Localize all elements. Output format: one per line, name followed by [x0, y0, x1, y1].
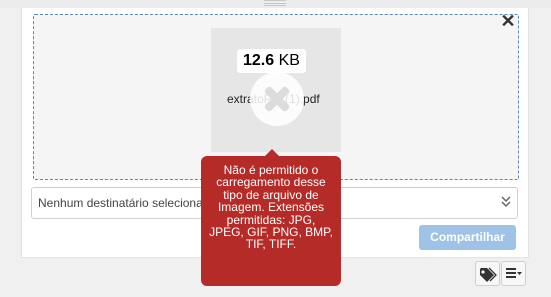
file-size-badge: 12.6 KB — [237, 49, 306, 73]
tag-button[interactable] — [475, 261, 500, 286]
recipient-value: Nenhum destinatário selecionado — [38, 196, 217, 210]
tag-icon — [480, 267, 497, 282]
top-strip — [0, 0, 551, 8]
resize-grip-icon[interactable] — [264, 0, 286, 6]
error-tooltip: Não é permitido o carregamento desse tip… — [201, 149, 341, 286]
chevron-double-down-icon — [501, 196, 511, 208]
file-size-unit: KB — [278, 52, 300, 69]
file-size-value: 12.6 — [243, 52, 275, 69]
close-icon[interactable]: ✕ — [499, 12, 517, 30]
list-menu-button[interactable] — [501, 261, 526, 286]
cross-icon — [250, 72, 304, 126]
list-menu-icon — [506, 268, 522, 278]
share-button[interactable]: Compartilhar — [419, 225, 516, 250]
